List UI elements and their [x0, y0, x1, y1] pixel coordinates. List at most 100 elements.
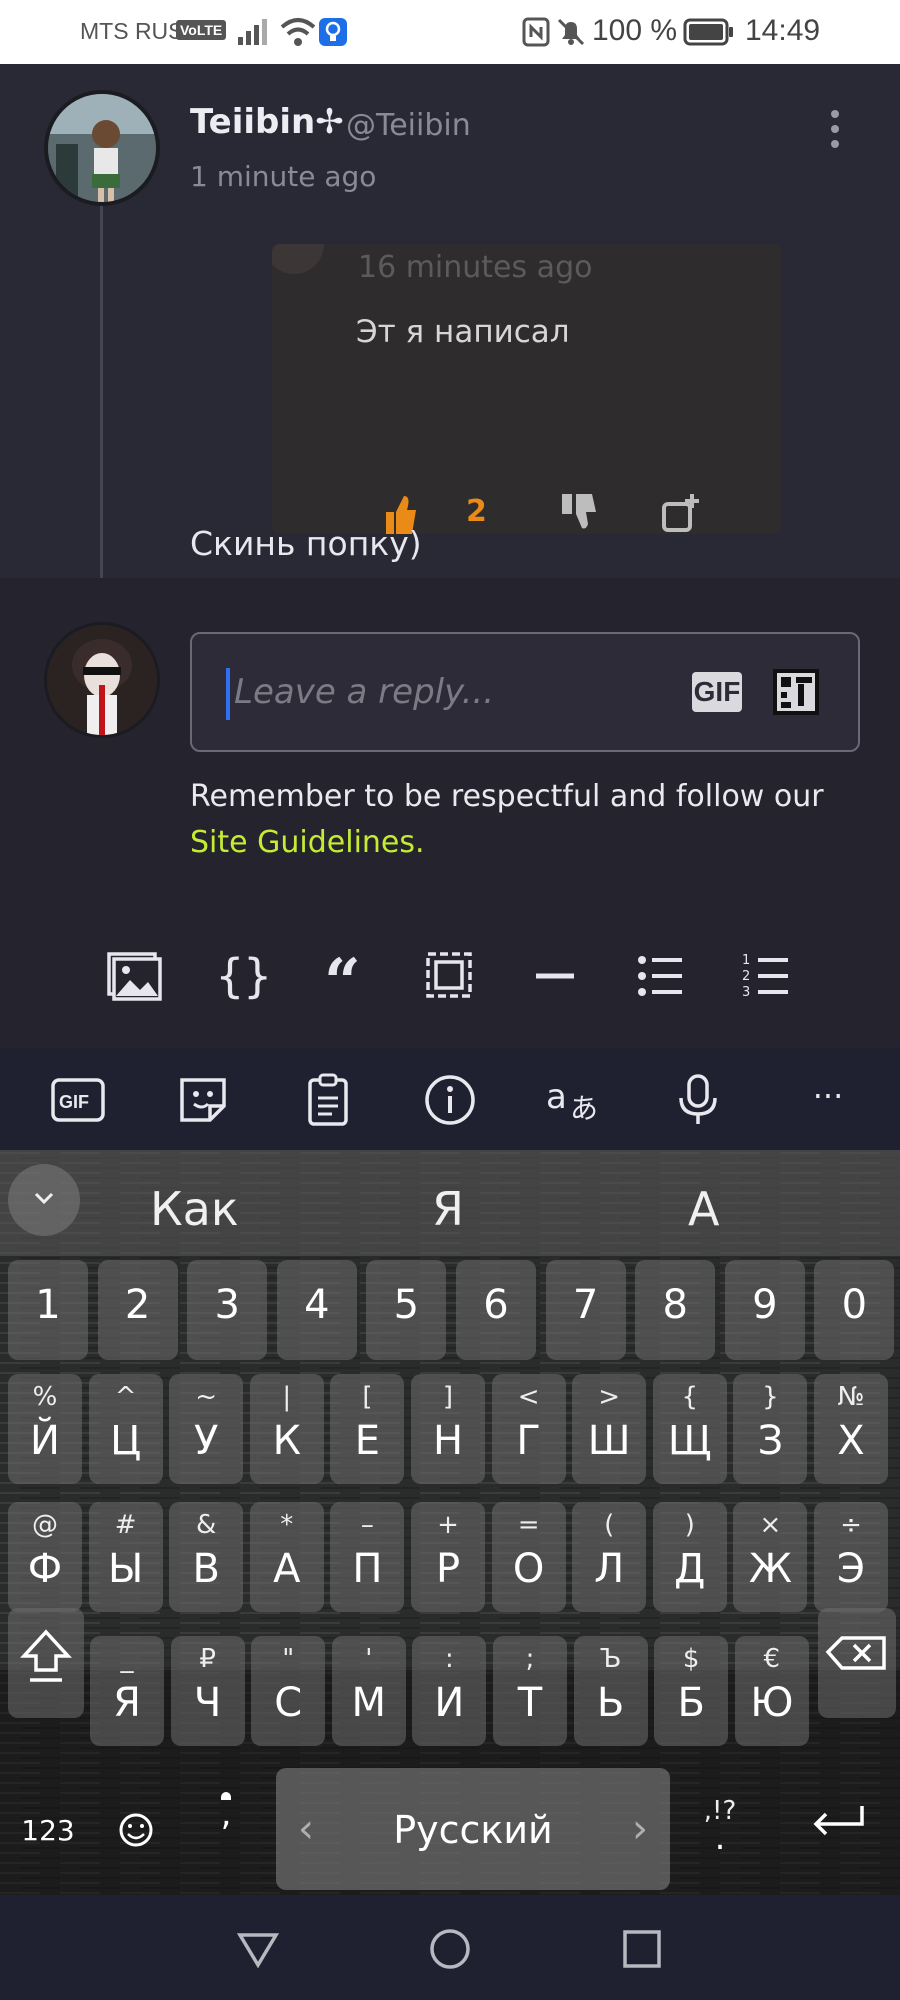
divider-icon[interactable] — [528, 948, 584, 1004]
comma-key[interactable]: , — [186, 1750, 266, 1870]
key-row1-2-alt-label: ~ — [195, 1382, 218, 1412]
key-row3-3[interactable]: ' М — [331, 1636, 406, 1746]
key-row1-2[interactable]: ~ У — [169, 1374, 244, 1484]
key-row1-4-label: Е — [354, 1418, 381, 1464]
code-braces-icon[interactable]: {} — [212, 948, 268, 1004]
key-row2-6-label: О — [512, 1546, 545, 1592]
key-row1-0[interactable]: % Й — [8, 1374, 82, 1484]
key-row1-6-alt-label: < — [517, 1382, 540, 1412]
clock: 14:49 — [745, 14, 821, 47]
key-number-6[interactable]: 7 — [545, 1260, 626, 1360]
emoji-key[interactable] — [98, 1750, 178, 1870]
key-row3-6[interactable]: ЪЬ — [573, 1636, 648, 1746]
key-row1-5-alt-label: ] — [442, 1382, 454, 1412]
embedded-screenshot[interactable]: 16 minutes ago Эт я написал 2 — [272, 244, 782, 534]
key-row1-1[interactable]: ^ Ц — [88, 1374, 163, 1484]
key-row2-5[interactable]: + Р — [411, 1502, 485, 1612]
key-row2-7-alt-label: ( — [604, 1510, 615, 1540]
translate-icon[interactable]: a あ — [546, 1072, 602, 1128]
suggestion-1[interactable]: Как — [150, 1182, 239, 1236]
space-right-arrow: › — [632, 1806, 648, 1852]
key-number-3[interactable]: 4 — [276, 1260, 357, 1360]
key-row3-5[interactable]: ; Т — [493, 1636, 567, 1746]
key-row2-7[interactable]: (Л — [572, 1502, 647, 1612]
suggestion-2[interactable]: Я — [432, 1182, 464, 1236]
suggestion-3[interactable]: А — [688, 1182, 719, 1236]
clipboard-icon[interactable] — [300, 1072, 356, 1128]
key-row1-9-label: З — [757, 1418, 784, 1464]
bulleted-list-icon[interactable] — [634, 948, 690, 1004]
key-number-8[interactable]: 9 — [724, 1260, 805, 1360]
back-icon[interactable] — [236, 1927, 280, 1971]
key-number-5-label: 6 — [483, 1282, 509, 1328]
key-number-7[interactable]: 8 — [635, 1260, 716, 1360]
key-row2-0[interactable]: @ Ф — [8, 1502, 82, 1612]
key-row2-9[interactable]: × Ж — [733, 1502, 808, 1612]
sticker-icon[interactable] — [176, 1072, 232, 1128]
key-row2-6[interactable]: = О — [491, 1502, 566, 1612]
key-number-9[interactable]: 0 — [814, 1260, 895, 1360]
key-row1-10[interactable]: № Х — [814, 1374, 888, 1484]
space-key[interactable]: ‹ Русский › — [276, 1768, 670, 1890]
key-row2-10[interactable]: ÷ Э — [814, 1502, 888, 1612]
comment-handle[interactable]: @Teiibin — [346, 108, 471, 143]
key-row1-7[interactable]: > Ш — [572, 1374, 647, 1484]
key-number-0[interactable]: 1 — [8, 1260, 88, 1360]
key-row3-1[interactable]: ₽ Ч — [170, 1636, 245, 1746]
voice-input-icon — [221, 1792, 231, 1808]
key-row2-7-label: Л — [594, 1546, 625, 1592]
key-row3-8[interactable]: € Ю — [734, 1636, 809, 1746]
my-avatar[interactable] — [44, 622, 160, 738]
more-icon[interactable]: ··· — [800, 1076, 856, 1132]
microphone-icon[interactable] — [670, 1072, 726, 1128]
key-row3-6-label: Ь — [596, 1680, 625, 1726]
key-row2-8[interactable]: ) Д — [652, 1502, 727, 1612]
media-picker-icon[interactable] — [772, 668, 820, 716]
key-row1-9[interactable]: } З — [733, 1374, 808, 1484]
key-number-1[interactable]: 2 — [97, 1260, 178, 1360]
space-key-label: Русский — [393, 1808, 553, 1852]
recents-icon[interactable] — [620, 1927, 664, 1971]
spoiler-icon[interactable] — [422, 948, 478, 1004]
backspace-key[interactable] — [818, 1608, 896, 1718]
comment-username[interactable]: Teiibin✢ — [190, 102, 344, 142]
comment-text: Скинь попку) — [190, 524, 422, 563]
numbers-key[interactable]: 123 — [8, 1750, 88, 1870]
key-row2-1[interactable]: # Ы — [88, 1502, 163, 1612]
key-row1-8[interactable]: {Щ — [652, 1374, 727, 1484]
key-row3-2[interactable]: " С — [251, 1636, 326, 1746]
enter-key[interactable] — [790, 1750, 890, 1870]
collapse-keyboard-button[interactable] — [8, 1164, 80, 1236]
key-number-2[interactable]: 3 — [187, 1260, 268, 1360]
key-row3-1-label: Ч — [193, 1680, 222, 1726]
key-row1-3[interactable]: | К — [249, 1374, 324, 1484]
period-key[interactable]: ,!? . — [680, 1750, 760, 1870]
key-row2-4[interactable]: – П — [330, 1502, 405, 1612]
key-number-4[interactable]: 5 — [366, 1260, 447, 1360]
image-icon[interactable] — [106, 948, 162, 1004]
key-row3-3-alt-label: ' — [365, 1644, 373, 1674]
key-row3-7[interactable]: $ Б — [654, 1636, 729, 1746]
gif-icon[interactable]: GIF — [50, 1072, 106, 1128]
key-number-5[interactable]: 6 — [456, 1260, 536, 1360]
commenter-avatar[interactable] — [44, 90, 160, 206]
reply-input[interactable] — [234, 662, 634, 722]
key-row1-5[interactable]: ] Н — [411, 1374, 485, 1484]
key-row2-1-alt-label: # — [114, 1510, 137, 1540]
key-row1-4[interactable]: [Е — [330, 1374, 405, 1484]
info-icon[interactable] — [422, 1072, 478, 1128]
quote-icon[interactable]: “ — [318, 948, 374, 1004]
key-row2-2[interactable]: & В — [169, 1502, 244, 1612]
key-row3-0[interactable]: _ Я — [90, 1636, 164, 1746]
home-icon[interactable] — [428, 1927, 472, 1971]
reply-input-box[interactable]: GIF — [190, 632, 860, 752]
key-row3-4[interactable]: :И — [412, 1636, 487, 1746]
gif-button[interactable]: GIF — [692, 672, 742, 712]
embedded-avatar — [272, 244, 324, 274]
site-guidelines-link[interactable]: Site Guidelines — [190, 825, 415, 860]
more-options-icon[interactable] — [820, 106, 850, 166]
key-row2-3[interactable]: * А — [249, 1502, 324, 1612]
key-row1-6[interactable]: < Г — [491, 1374, 566, 1484]
shift-key[interactable] — [8, 1608, 84, 1718]
numbered-list-icon[interactable]: 1 2 3 — [740, 948, 796, 1004]
